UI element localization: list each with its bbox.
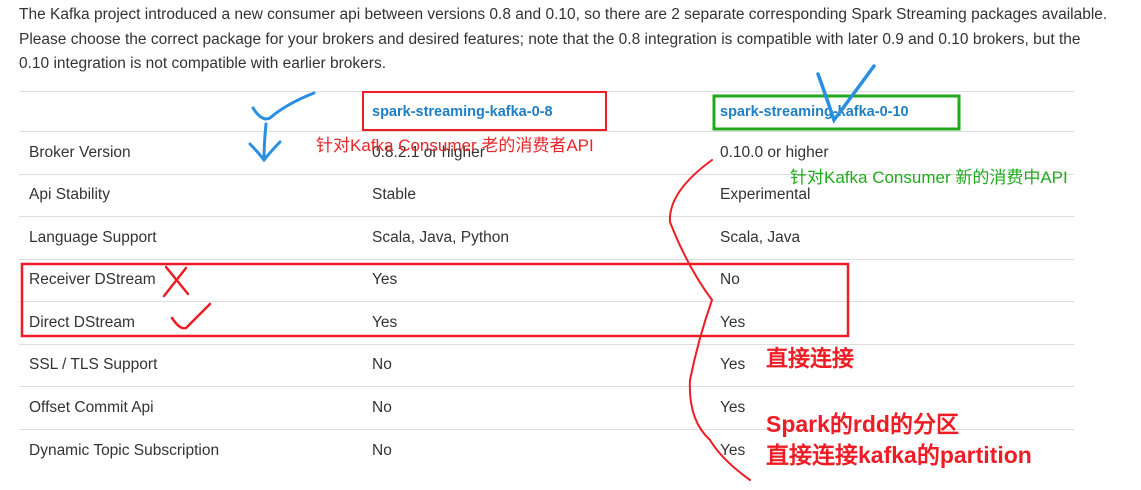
table-row: Direct DStream Yes Yes [19,301,1074,344]
header-kafka-0-10[interactable]: spark-streaming-kafka-0-10 [710,91,1074,132]
row-label: Dynamic Topic Subscription [19,428,362,472]
row-label: Direct DStream [19,301,362,344]
row-label: Broker Version [19,131,362,174]
cell-kafka-0-10: No [710,258,1074,302]
cell-kafka-0-8: Yes [362,258,710,302]
row-label: SSL / TLS Support [19,343,362,387]
new-consumer-annotation: 针对Kafka Consumer 新的消费中API [790,168,1068,187]
cell-kafka-0-8: No [362,428,710,472]
rdd-partition-line-2: 直接连接kafka的partition [766,442,1032,468]
direct-connect-annotation: 直接连接 [766,346,855,371]
row-label: Receiver DStream [19,258,362,302]
cell-kafka-0-8: Stable [362,173,710,217]
cell-kafka-0-8: Scala, Java, Python [362,216,710,259]
row-label: Api Stability [19,173,362,217]
cell-kafka-0-10: Scala, Java [710,216,1074,259]
table-header-row: spark-streaming-kafka-0-8 spark-streamin… [19,91,1074,132]
cell-kafka-0-10: Yes [710,301,1074,344]
header-cell-empty [19,91,362,132]
table-row: Receiver DStream Yes No [19,258,1074,302]
rdd-partition-line-1: Spark的rdd的分区 [766,411,959,437]
old-consumer-annotation: 针对Kafka Consumer 老的消费者API [316,136,594,155]
table-row: SSL / TLS Support No Yes [19,343,1074,387]
cell-kafka-0-8: Yes [362,301,710,344]
intro-paragraph: The Kafka project introduced a new consu… [19,6,1108,72]
cell-kafka-0-8: No [362,386,710,429]
header-kafka-0-8[interactable]: spark-streaming-kafka-0-8 [362,91,710,132]
rdd-partition-annotation: Spark的rdd的分区 直接连接kafka的partition [766,409,1032,471]
row-label: Offset Commit Api [19,386,362,429]
cell-kafka-0-8: No [362,343,710,387]
cell-kafka-0-10: Yes [710,343,1074,387]
table-row: Language Support Scala, Java, Python Sca… [19,216,1074,259]
row-label: Language Support [19,216,362,259]
